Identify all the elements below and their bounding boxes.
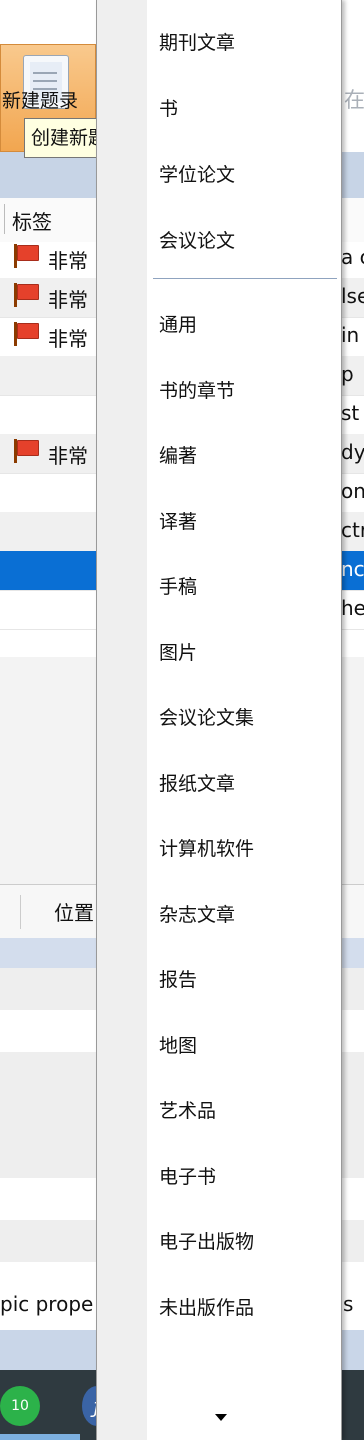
flag-icon	[12, 322, 40, 346]
menu-item[interactable]: 期刊文章	[147, 6, 341, 72]
title-cell: lse	[341, 284, 364, 308]
menu-item-label: 计算机软件	[159, 838, 255, 860]
menu-separator	[153, 278, 337, 279]
menu-item-label: 未出版作品	[159, 1296, 255, 1319]
menu-item-label: 译著	[159, 510, 198, 533]
column-header-location[interactable]: 位置	[54, 897, 94, 926]
menu-item[interactable]: 学位论文	[147, 138, 341, 204]
menu-item-label: 电子书	[159, 1165, 217, 1188]
menu-icon-gutter	[97, 0, 147, 1440]
menu-item-label: 期刊文章	[159, 32, 236, 54]
title-cell: nc	[341, 557, 364, 581]
menu-item-label: 报纸文章	[159, 772, 236, 795]
title-cell: p	[341, 362, 354, 386]
menu-item[interactable]: 会议论文	[147, 204, 341, 270]
menu-item-label: 图片	[159, 641, 198, 664]
menu-item-label: 报告	[159, 969, 198, 991]
menu-item[interactable]: 杂志文章	[147, 878, 341, 944]
scroll-down-arrow-icon[interactable]	[215, 1414, 227, 1421]
title-cell: he	[341, 596, 364, 620]
search-input[interactable]: 在	[344, 84, 364, 114]
menu-item[interactable]: 电子书	[147, 1140, 341, 1206]
menu-item[interactable]: 编著	[147, 419, 341, 485]
property-row-value: s	[343, 1292, 354, 1316]
menu-item[interactable]: 图片	[147, 616, 341, 682]
title-cell: on	[341, 479, 364, 503]
tag-cell: 非常	[48, 249, 88, 273]
menu-item[interactable]: 未出版作品	[147, 1271, 341, 1337]
reference-type-menu: 期刊文章书学位论文会议论文通用书的章节编著译著手稿图片会议论文集报纸文章计算机软…	[96, 0, 342, 1440]
tag-cell: 非常	[48, 288, 88, 312]
menu-item-label: 书的章节	[159, 379, 236, 402]
taskbar-active-indicator	[0, 1434, 80, 1440]
menu-item[interactable]: 艺术品	[147, 1074, 341, 1140]
menu-item[interactable]: 书的章节	[147, 354, 341, 420]
menu-item[interactable]: 地图	[147, 1009, 341, 1075]
menu-item-label: 地图	[159, 1034, 198, 1057]
new-reference-button-label: 新建题录	[2, 90, 79, 112]
menu-item-label: 手稿	[159, 576, 198, 598]
menu-item[interactable]: 电子出版物	[147, 1205, 341, 1271]
title-cell: ctr	[341, 518, 364, 542]
title-cell: in	[341, 323, 360, 347]
menu-item[interactable]: 报告	[147, 943, 341, 1009]
title-cell: a c	[341, 245, 364, 269]
property-row-label: pic prope	[0, 1292, 94, 1316]
menu-item[interactable]: 计算机软件	[147, 812, 341, 878]
menu-item-label: 编著	[159, 445, 198, 467]
menu-item-label: 电子出版物	[159, 1231, 255, 1253]
menu-item-label: 会议论文	[159, 230, 236, 252]
menu-item[interactable]: 会议论文集	[147, 681, 341, 747]
title-cell: dy	[341, 440, 364, 464]
flag-icon	[12, 439, 40, 463]
flag-icon	[12, 283, 40, 307]
tag-cell: 非常	[48, 327, 88, 351]
menu-item-label: 杂志文章	[159, 903, 236, 926]
title-cell: st	[341, 401, 360, 425]
menu-item[interactable]: 通用	[147, 288, 341, 354]
flag-icon	[12, 244, 40, 268]
menu-item-label: 通用	[159, 314, 198, 336]
menu-item[interactable]: 手稿	[147, 550, 341, 616]
tag-cell: 非常	[48, 444, 88, 468]
column-header-tags[interactable]: 标签	[12, 206, 52, 235]
menu-item[interactable]: 报纸文章	[147, 747, 341, 813]
menu-item-label: 书	[159, 98, 179, 120]
menu-item[interactable]: 书	[147, 72, 341, 138]
column-separator	[20, 895, 21, 929]
column-separator	[4, 204, 5, 234]
menu-item-label: 会议论文集	[159, 707, 255, 729]
menu-item-label: 艺术品	[159, 1100, 217, 1122]
menu-item-label: 学位论文	[159, 164, 236, 186]
evernote-icon[interactable]: 10	[0, 1386, 40, 1426]
menu-item[interactable]: 译著	[147, 485, 341, 551]
